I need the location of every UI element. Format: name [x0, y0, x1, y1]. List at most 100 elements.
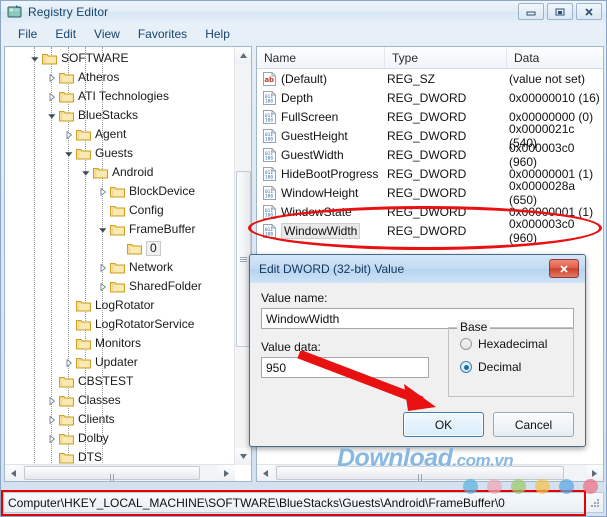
- tree-item-guests[interactable]: Guests: [5, 144, 235, 163]
- ok-button[interactable]: OK: [403, 412, 484, 437]
- expand-triangle-icon[interactable]: [96, 261, 109, 274]
- tree-scroll-right-button[interactable]: [218, 465, 235, 481]
- value-data-cell: 0x0000028a (650): [509, 178, 576, 207]
- tree-item-android[interactable]: Android: [5, 163, 235, 182]
- base-radio-group: Base Hexadecimal Decimal: [448, 320, 574, 397]
- folder-icon: [110, 280, 125, 293]
- value-name-text: GuestWidth: [281, 147, 344, 162]
- menu-edit[interactable]: Edit: [46, 25, 85, 43]
- tree-item-monitors[interactable]: Monitors: [5, 334, 235, 353]
- tree-item-agent[interactable]: Agent: [5, 125, 235, 144]
- value-name-text: WindowState: [281, 204, 352, 219]
- expand-triangle-icon[interactable]: [45, 432, 58, 445]
- column-header-data[interactable]: Data: [507, 47, 603, 68]
- tree-scroll-down-button[interactable]: [235, 448, 251, 465]
- tree-item-config[interactable]: Config: [5, 201, 235, 220]
- resize-grip-icon[interactable]: [588, 496, 600, 508]
- close-button[interactable]: [576, 3, 602, 20]
- tree-item-label: Config: [129, 203, 164, 217]
- value-row[interactable]: ab (Default) REG_SZ (value not set): [257, 69, 603, 88]
- folder-icon: [59, 71, 74, 84]
- expand-triangle-icon[interactable]: [62, 128, 75, 141]
- maximize-restore-button[interactable]: [547, 3, 573, 20]
- tree-item-dolby[interactable]: Dolby: [5, 429, 235, 448]
- collapse-triangle-icon[interactable]: [79, 166, 92, 179]
- value-name-cell: 011 100 GuestWidth: [257, 147, 385, 162]
- dialog-close-button[interactable]: [549, 259, 579, 278]
- tree-item-blockdevice[interactable]: BlockDevice: [5, 182, 235, 201]
- tree-item-classes[interactable]: Classes: [5, 391, 235, 410]
- expand-triangle-icon[interactable]: [45, 71, 58, 84]
- value-type-cell: REG_DWORD: [387, 147, 467, 162]
- expand-triangle-icon[interactable]: [62, 356, 75, 369]
- dword-value-icon: 011 100: [262, 128, 277, 143]
- menu-view[interactable]: View: [85, 25, 129, 43]
- tree-item-logrotatorservice[interactable]: LogRotatorService: [5, 315, 235, 334]
- tree-hscroll-thumb[interactable]: [24, 466, 200, 481]
- tree-item-atheros[interactable]: Atheros: [5, 68, 235, 87]
- cancel-button[interactable]: Cancel: [493, 412, 574, 437]
- radio-hexadecimal[interactable]: Hexadecimal: [460, 337, 573, 351]
- collapse-triangle-icon[interactable]: [45, 109, 58, 122]
- values-horizontal-scrollbar[interactable]: [257, 464, 603, 481]
- svg-text:ab: ab: [264, 76, 274, 84]
- collapse-triangle-icon[interactable]: [62, 147, 75, 160]
- value-row[interactable]: 011 100 Depth REG_DWORD 0x00000010 (16): [257, 88, 603, 107]
- registry-tree[interactable]: SOFTWARE Atheros ATI Technologies BlueStack…: [5, 47, 235, 465]
- tree-item-bluestacks[interactable]: BlueStacks: [5, 106, 235, 125]
- tree-item-cbstest[interactable]: CBSTEST: [5, 372, 235, 391]
- values-scroll-left-button[interactable]: [257, 465, 274, 481]
- value-data-input[interactable]: 950: [261, 357, 429, 378]
- minimize-button[interactable]: [518, 3, 544, 20]
- tree-item-label: Dolby: [78, 431, 109, 445]
- tree-item-0[interactable]: 0: [5, 239, 235, 258]
- value-row[interactable]: 011 100 WindowHeight REG_DWORD 0x0000028a (6…: [257, 179, 603, 207]
- values-hscroll-thumb[interactable]: [276, 466, 564, 481]
- tree-scroll-left-button[interactable]: [5, 465, 22, 481]
- window-controls: [518, 3, 602, 20]
- menu-file[interactable]: File: [9, 25, 46, 43]
- tree-scroll-up-button[interactable]: [235, 47, 251, 64]
- folder-icon: [110, 185, 125, 198]
- expand-triangle-icon[interactable]: [45, 394, 58, 407]
- folder-icon: [59, 413, 74, 426]
- tree-item-ati-technologies[interactable]: ATI Technologies: [5, 87, 235, 106]
- value-name-label: Value name:: [261, 291, 328, 305]
- value-row[interactable]: 011 100 GuestWidth REG_DWORD 0x000003c0 (960…: [257, 141, 603, 169]
- expand-triangle-icon[interactable]: [45, 90, 58, 103]
- value-name-cell: 011 100 WindowWidth: [257, 222, 385, 239]
- expand-triangle-icon[interactable]: [96, 280, 109, 293]
- value-row[interactable]: 011 100 WindowWidth REG_DWORD 0x000003c0 (96…: [257, 217, 603, 245]
- tree-item-sharedfolder[interactable]: SharedFolder: [5, 277, 235, 296]
- tree-horizontal-scrollbar[interactable]: [5, 464, 235, 481]
- value-name-input[interactable]: WindowWidth: [261, 308, 574, 329]
- collapse-triangle-icon[interactable]: [28, 52, 41, 65]
- column-header-name[interactable]: Name: [257, 47, 385, 68]
- expand-triangle-icon[interactable]: [45, 413, 58, 426]
- tree-item-framebuffer[interactable]: FrameBuffer: [5, 220, 235, 239]
- dialog-title-bar: Edit DWORD (32-bit) Value: [250, 255, 585, 283]
- radio-decimal[interactable]: Decimal: [460, 360, 573, 374]
- values-scroll-right-button[interactable]: [586, 465, 603, 481]
- dword-value-icon: 011 100: [262, 185, 277, 200]
- registry-editor-icon: [7, 4, 23, 20]
- tree-item-network[interactable]: Network: [5, 258, 235, 277]
- folder-icon: [76, 128, 91, 141]
- menu-help[interactable]: Help: [196, 25, 239, 43]
- folder-icon: [59, 109, 74, 122]
- column-header-type[interactable]: Type: [385, 47, 507, 68]
- tree-item-updater[interactable]: Updater: [5, 353, 235, 372]
- tree-item-software[interactable]: SOFTWARE: [5, 49, 235, 68]
- dword-value-icon: 011 100: [262, 166, 277, 181]
- folder-icon: [42, 52, 57, 65]
- tree-item-label: Classes: [78, 393, 121, 407]
- tree-item-logrotator[interactable]: LogRotator: [5, 296, 235, 315]
- expand-triangle-icon[interactable]: [96, 185, 109, 198]
- tree-item-dts[interactable]: DTS: [5, 448, 235, 465]
- menu-favorites[interactable]: Favorites: [129, 25, 196, 43]
- folder-icon: [110, 204, 125, 217]
- collapse-triangle-icon[interactable]: [96, 223, 109, 236]
- tree-item-clients[interactable]: Clients: [5, 410, 235, 429]
